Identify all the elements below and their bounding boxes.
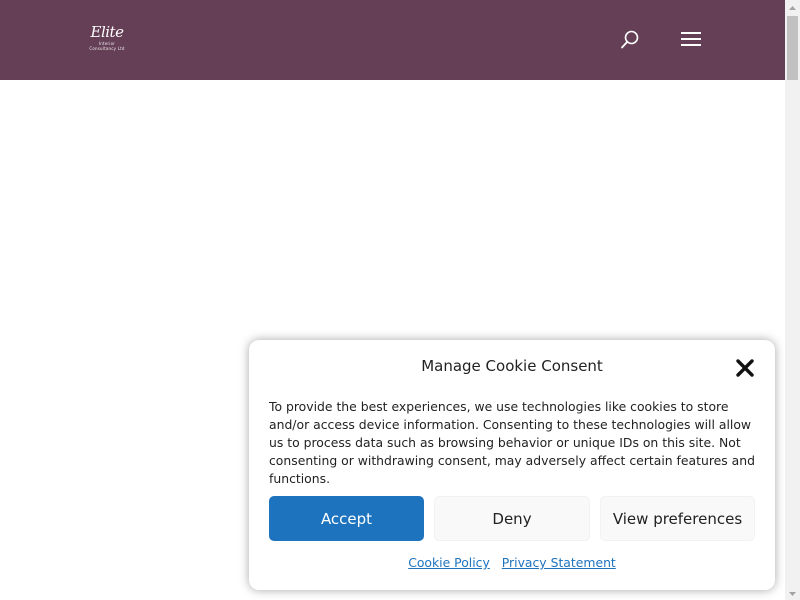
cookie-consent-message: To provide the best experiences, we use …	[269, 399, 755, 486]
scrollbar-thumb[interactable]	[787, 16, 798, 80]
chevron-down-icon	[789, 592, 796, 596]
scroll-up-arrow[interactable]	[785, 0, 800, 14]
search-button[interactable]	[618, 28, 642, 52]
search-icon	[621, 30, 639, 49]
cookie-consent-links: Cookie Policy Privacy Statement	[249, 555, 775, 570]
hamburger-menu-icon	[681, 32, 701, 46]
view-preferences-button[interactable]: View preferences	[600, 496, 755, 541]
logo-line-2: Consultancy Ltd	[89, 46, 125, 51]
logo-script-text: Elite	[90, 23, 124, 41]
accept-button[interactable]: Accept	[269, 496, 424, 541]
site-header: Elite Interior Consultancy Ltd	[0, 0, 785, 80]
cookie-consent-title: Manage Cookie Consent	[421, 357, 603, 375]
cookie-consent-modal: Manage Cookie Consent To provide the bes…	[249, 340, 775, 590]
cookie-policy-link[interactable]: Cookie Policy	[408, 555, 490, 570]
cookie-close-button[interactable]	[733, 356, 757, 380]
site-logo[interactable]: Elite Interior Consultancy Ltd	[88, 23, 126, 59]
close-icon	[736, 359, 754, 377]
menu-button[interactable]	[678, 28, 704, 52]
privacy-statement-link[interactable]: Privacy Statement	[502, 555, 616, 570]
vertical-scrollbar[interactable]	[785, 0, 800, 600]
chevron-up-icon	[789, 6, 796, 10]
page: Elite Interior Consultancy Ltd Manage Co…	[0, 0, 800, 600]
deny-button[interactable]: Deny	[434, 496, 590, 541]
scroll-down-arrow[interactable]	[785, 586, 800, 600]
